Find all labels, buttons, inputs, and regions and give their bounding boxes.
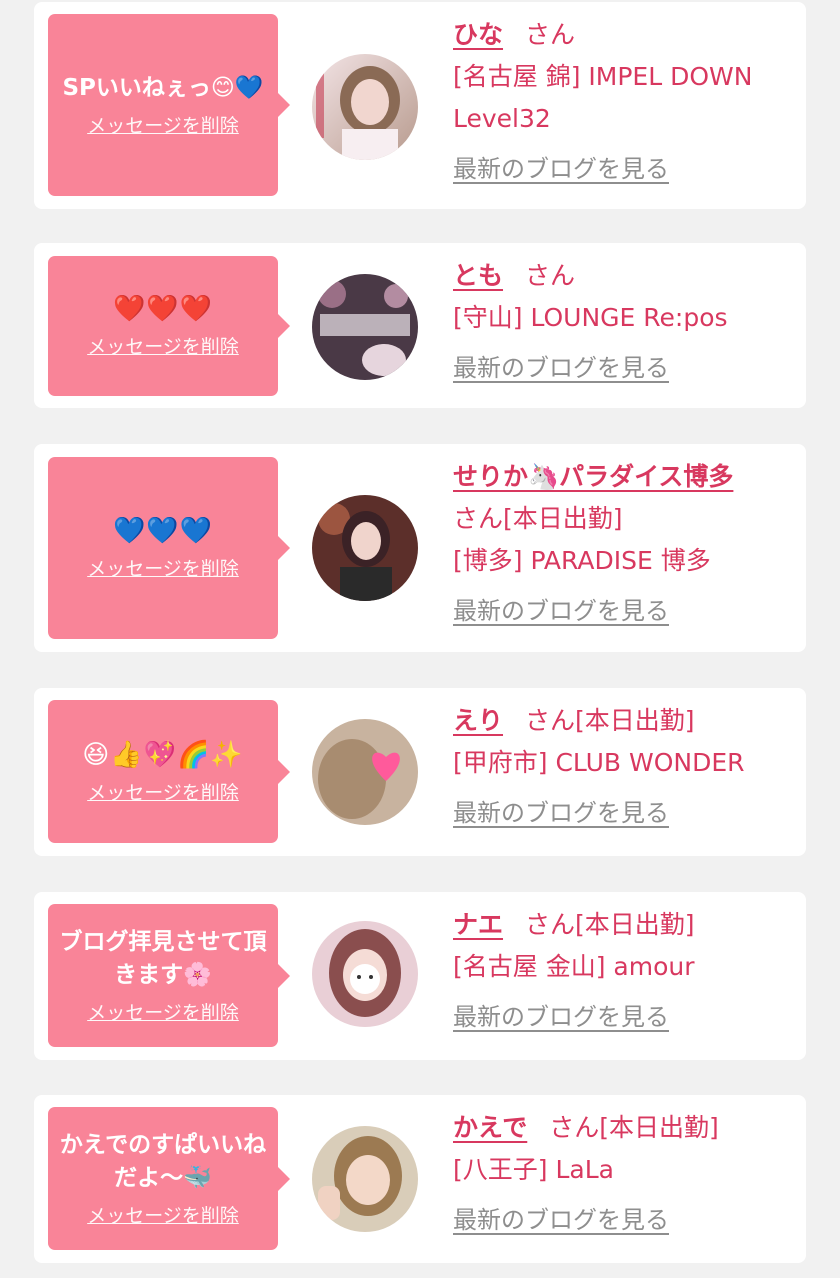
delete-message-link[interactable]: メッセージを削除 bbox=[87, 111, 239, 138]
latest-blog-link[interactable]: 最新のブログを見る bbox=[453, 347, 669, 389]
latest-blog-link[interactable]: 最新のブログを見る bbox=[453, 590, 669, 632]
shop-name: [守山] LOUNGE Re:pos bbox=[453, 303, 728, 332]
latest-blog-link[interactable]: 最新のブログを見る bbox=[453, 792, 669, 834]
message-text: かえでのすぱいいねだよ〜🐳 bbox=[59, 1132, 267, 1191]
shop-name: [甲府市] CLUB WONDER bbox=[453, 748, 745, 777]
message-bubble: SPいいねぇっ😊💙 メッセージを削除 bbox=[48, 14, 290, 196]
avatar[interactable] bbox=[312, 719, 418, 825]
avatar[interactable] bbox=[312, 54, 418, 160]
message-text: ❤️❤️❤️ bbox=[112, 294, 214, 324]
cast-name-link[interactable]: せりか🦄パラダイス博多 bbox=[453, 462, 733, 491]
message-card: ブログ拝見させて頂きます🌸 メッセージを削除 ナエ さん[本日出勤] [名古屋 金… bbox=[34, 892, 806, 1060]
cast-name-link[interactable]: ひな bbox=[453, 20, 503, 49]
honorific: さん bbox=[525, 910, 576, 939]
delete-message-link[interactable]: メッセージを削除 bbox=[87, 1201, 239, 1228]
message-text: ブログ拝見させて頂きます🌸 bbox=[59, 929, 267, 988]
cast-info: ナエ さん[本日出勤] [名古屋 金山] amour 最新のブログを見る bbox=[453, 904, 794, 1038]
honorific: さん bbox=[549, 1113, 600, 1142]
cast-info: せりか🦄パラダイス博多 さん[本日出勤] [博多] PARADISE 博多 最新… bbox=[453, 456, 794, 632]
shop-name: [名古屋 金山] amour bbox=[453, 952, 695, 981]
message-card: 💙💙💙 メッセージを削除 せりか🦄パラダイス博多 さん[本日出勤] [博多] P… bbox=[34, 444, 806, 652]
cast-name-link[interactable]: かえで bbox=[453, 1113, 527, 1142]
latest-blog-link[interactable]: 最新のブログを見る bbox=[453, 148, 669, 190]
message-bubble: ブログ拝見させて頂きます🌸 メッセージを削除 bbox=[48, 904, 290, 1047]
status-badge: [本日出勤] bbox=[503, 504, 623, 533]
delete-message-link[interactable]: メッセージを削除 bbox=[87, 778, 239, 805]
cast-info: えり さん[本日出勤] [甲府市] CLUB WONDER 最新のブログを見る bbox=[453, 700, 794, 834]
message-text: 😆👍💖🌈✨ bbox=[82, 739, 244, 770]
cast-name-link[interactable]: とも bbox=[453, 261, 503, 290]
message-list: SPいいねぇっ😊💙 メッセージを削除 ひな さん [名古屋 錦] IMPEL DO… bbox=[0, 0, 840, 1278]
honorific: さん bbox=[525, 20, 576, 49]
status-badge: [本日出勤] bbox=[575, 706, 695, 735]
shop-name: [博多] PARADISE 博多 bbox=[453, 546, 711, 575]
message-bubble: 😆👍💖🌈✨ メッセージを削除 bbox=[48, 700, 290, 843]
honorific: さん bbox=[453, 504, 504, 533]
message-bubble: ❤️❤️❤️ メッセージを削除 bbox=[48, 256, 290, 396]
message-card: かえでのすぱいいねだよ〜🐳 メッセージを削除 かえで さん[本日出勤] [八王子]… bbox=[34, 1095, 806, 1263]
message-text: SPいいねぇっ😊💙 bbox=[62, 75, 264, 101]
message-card: SPいいねぇっ😊💙 メッセージを削除 ひな さん [名古屋 錦] IMPEL DO… bbox=[34, 2, 806, 209]
cast-info: ひな さん [名古屋 錦] IMPEL DOWN Level32 最新のブログを見… bbox=[453, 14, 794, 190]
cast-name-link[interactable]: ナエ bbox=[453, 910, 503, 939]
avatar[interactable] bbox=[312, 274, 418, 380]
latest-blog-link[interactable]: 最新のブログを見る bbox=[453, 1199, 669, 1241]
cast-info: かえで さん[本日出勤] [八王子] LaLa 最新のブログを見る bbox=[453, 1107, 794, 1241]
delete-message-link[interactable]: メッセージを削除 bbox=[87, 554, 239, 581]
message-card: ❤️❤️❤️ メッセージを削除 とも さん [守山] LOUNGE Re:pos … bbox=[34, 243, 806, 408]
avatar[interactable] bbox=[312, 1126, 418, 1232]
honorific: さん bbox=[525, 706, 576, 735]
delete-message-link[interactable]: メッセージを削除 bbox=[87, 998, 239, 1025]
shop-name: [八王子] LaLa bbox=[453, 1155, 614, 1184]
avatar[interactable] bbox=[312, 921, 418, 1027]
latest-blog-link[interactable]: 最新のブログを見る bbox=[453, 996, 669, 1038]
message-text: 💙💙💙 bbox=[112, 516, 214, 546]
avatar[interactable] bbox=[312, 495, 418, 601]
delete-message-link[interactable]: メッセージを削除 bbox=[87, 332, 239, 359]
cast-info: とも さん [守山] LOUNGE Re:pos 最新のブログを見る bbox=[453, 255, 794, 389]
status-badge: [本日出勤] bbox=[575, 910, 695, 939]
status-badge: [本日出勤] bbox=[599, 1113, 719, 1142]
message-bubble: 💙💙💙 メッセージを削除 bbox=[48, 457, 290, 639]
honorific: さん bbox=[525, 261, 576, 290]
message-bubble: かえでのすぱいいねだよ〜🐳 メッセージを削除 bbox=[48, 1107, 290, 1250]
shop-name: [名古屋 錦] IMPEL DOWN Level32 bbox=[453, 62, 753, 133]
message-card: 😆👍💖🌈✨ メッセージを削除 えり さん[本日出勤] [甲府市] CLUB WON… bbox=[34, 688, 806, 856]
cast-name-link[interactable]: えり bbox=[453, 706, 503, 735]
